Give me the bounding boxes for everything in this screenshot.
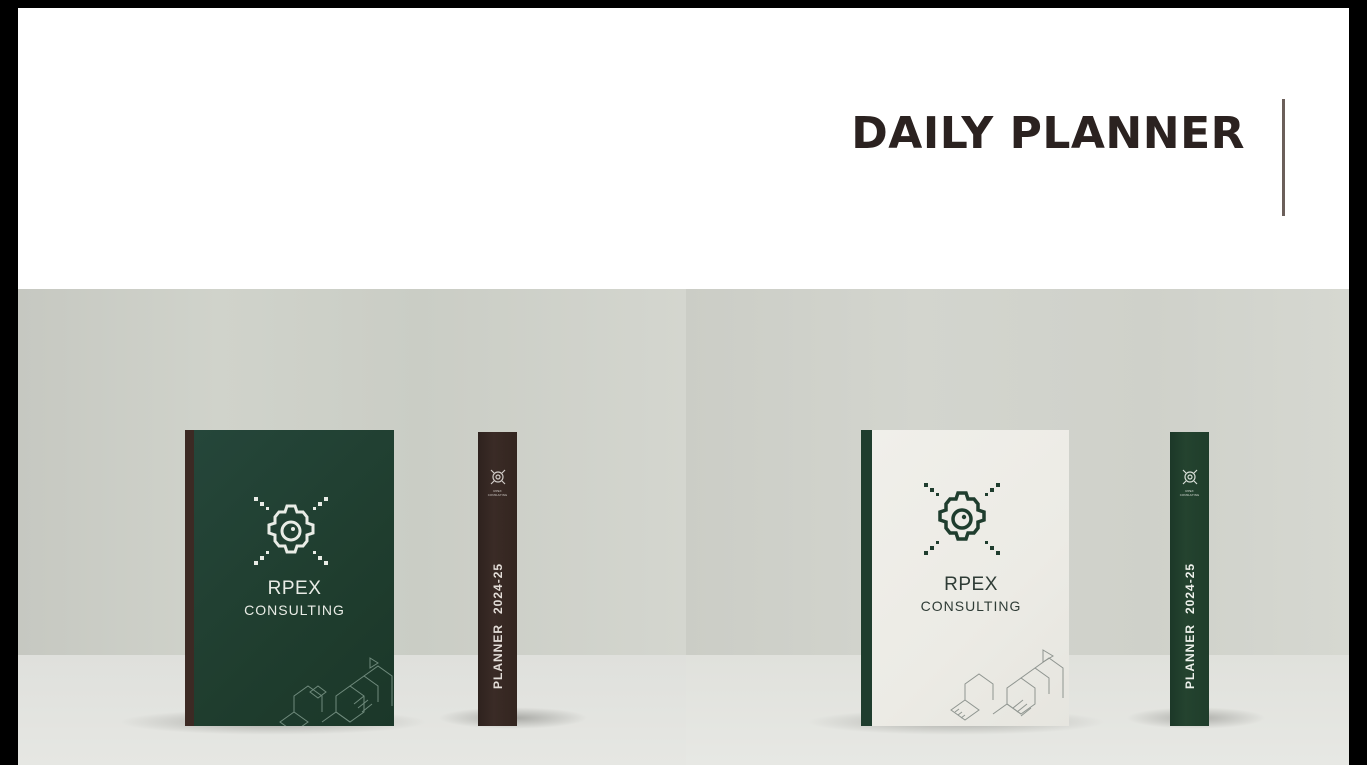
planner-spine: RPEX CONSULTING PLANNER 2024-25 <box>1170 432 1209 726</box>
spine-year: 2024-25 <box>1183 562 1197 614</box>
spine-brand: RPEX CONSULTING <box>1170 489 1209 497</box>
brand-name: RPEX <box>267 578 322 599</box>
gear-icon <box>490 469 506 485</box>
geometric-pattern <box>950 649 1064 721</box>
spine-brand-sub: CONSULTING <box>487 493 508 497</box>
spine-brand-sub: CONSULTING <box>1179 493 1200 497</box>
geometric-pattern <box>279 657 393 726</box>
book-brand: RPEX CONSULTING <box>190 578 394 620</box>
gear-icon <box>254 497 328 565</box>
vertical-divider <box>1282 99 1285 216</box>
spine-brand: RPEX CONSULTING <box>478 489 517 497</box>
right-product-photo: RPEX CONSULTING RPEX CONSULTING PLANNER … <box>686 289 1349 765</box>
gear-icon <box>924 483 1000 555</box>
poster-card: DAILY PLANNER RPEX CONSULTING RPEX CONSU… <box>18 8 1349 765</box>
gear-icon <box>1182 469 1198 485</box>
planner-spine: RPEX CONSULTING PLANNER 2024-25 <box>478 432 517 726</box>
image-frame: DAILY PLANNER RPEX CONSULTING RPEX CONSU… <box>0 0 1367 765</box>
planner-book-front: RPEX CONSULTING <box>185 430 394 726</box>
spine-year: 2024-25 <box>491 562 505 614</box>
planner-book-front: RPEX CONSULTING <box>861 430 1069 726</box>
brand-subtitle: CONSULTING <box>920 598 1022 614</box>
spine-title: PLANNER <box>1183 623 1197 689</box>
spine-title: PLANNER <box>491 623 505 689</box>
left-product-photo: RPEX CONSULTING RPEX CONSULTING PLANNER … <box>18 289 686 765</box>
page-title: DAILY PLANNER <box>851 108 1245 159</box>
brand-subtitle: CONSULTING <box>244 602 345 618</box>
book-brand: RPEX CONSULTING <box>867 574 1069 616</box>
brand-name: RPEX <box>944 574 998 595</box>
